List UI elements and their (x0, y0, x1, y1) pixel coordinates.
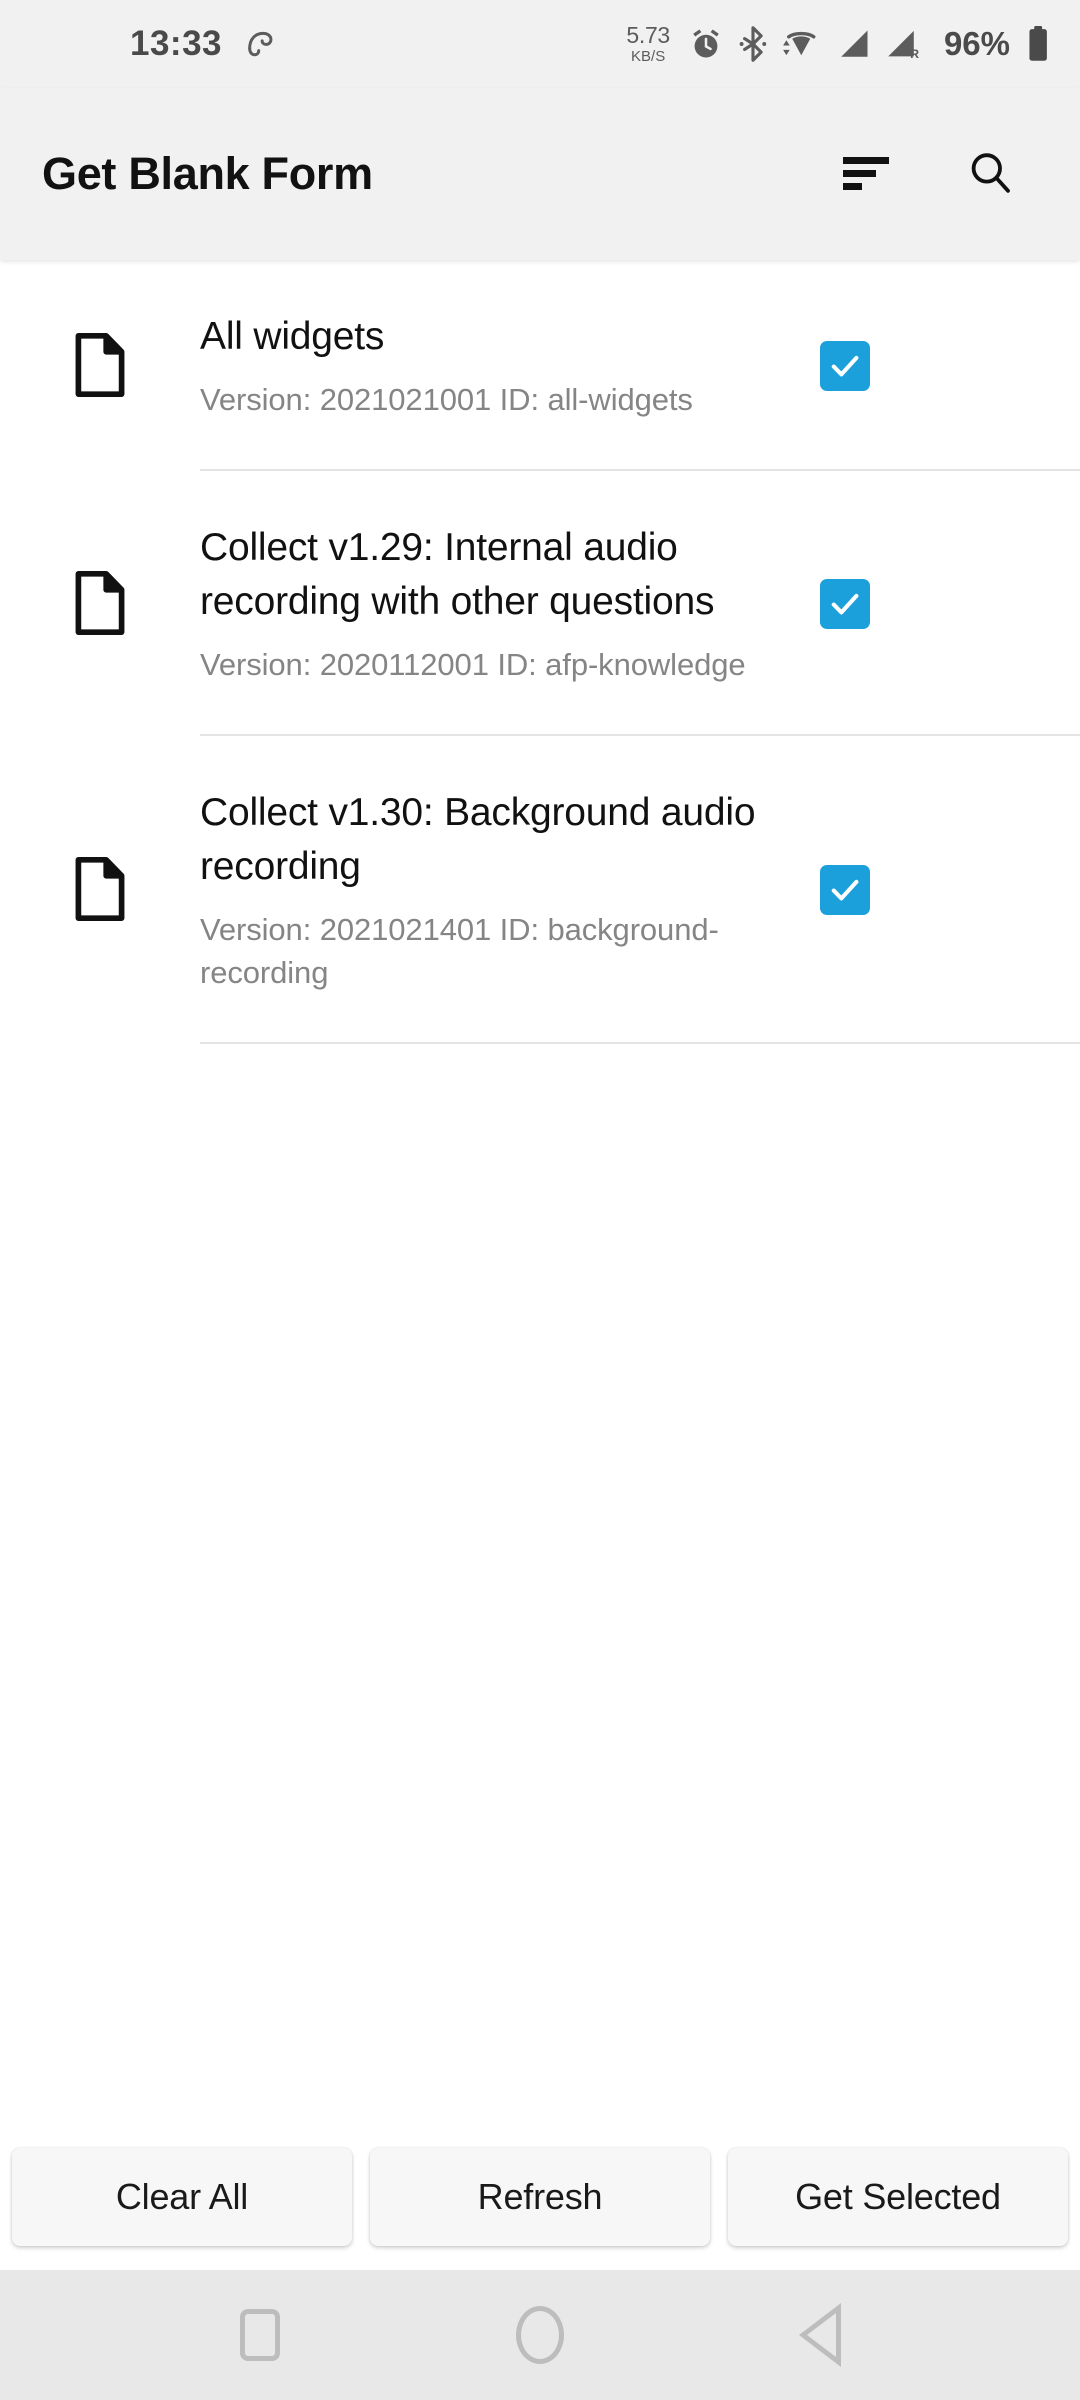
phone-screen: 13:33 5.73 KB/S R 96% Get Blank Form All… (0, 0, 1080, 2400)
form-checkbox[interactable] (820, 578, 870, 629)
sort-button[interactable] (830, 138, 902, 210)
form-title: All widgets (200, 315, 385, 358)
form-checkbox[interactable] (820, 865, 870, 915)
sort-icon (843, 155, 889, 193)
wifi-icon (782, 26, 822, 62)
list-item[interactable]: Collect v1.29: Internal audio recording … (0, 471, 1080, 734)
antivirus-umbrella-icon (244, 27, 278, 61)
status-bar-right: 5.73 KB/S R 96% (626, 24, 1050, 64)
app-bar: Get Blank Form (0, 88, 1080, 260)
form-list[interactable]: All widgets Version: 2021021001 ID: all-… (0, 260, 1080, 2132)
signal-icon (836, 26, 872, 62)
list-item-text: All widgets Version: 2021021001 ID: all-… (200, 310, 820, 421)
recents-square-icon (240, 2309, 280, 2361)
home-button[interactable] (495, 2290, 585, 2380)
status-clock: 13:33 (130, 24, 223, 63)
network-speed-value: 5.73 (626, 22, 670, 48)
app-bar-actions (830, 138, 1038, 210)
list-item-body: All widgets Version: 2021021001 ID: all-… (200, 260, 1080, 469)
form-meta: Version: 2020112001 ID: afp-knowledge (200, 647, 746, 682)
list-item-text: Collect v1.29: Internal audio recording … (200, 521, 820, 686)
android-navigation-bar (0, 2270, 1080, 2400)
document-icon-container (0, 332, 200, 398)
document-icon-container (0, 856, 200, 922)
clear-all-button[interactable]: Clear All (12, 2148, 352, 2246)
svg-text:R: R (910, 47, 919, 61)
search-icon (966, 148, 1014, 201)
battery-percent-label: 96% (943, 25, 1010, 62)
list-item-body: Collect v1.29: Internal audio recording … (200, 471, 1080, 734)
bottom-button-bar: Clear All Refresh Get Selected (0, 2132, 1080, 2270)
list-divider (200, 1042, 1080, 1044)
alarm-icon (688, 26, 724, 62)
document-icon (73, 332, 127, 398)
form-meta: Version: 2021021001 ID: all-widgets (200, 382, 693, 417)
back-button[interactable] (775, 2290, 865, 2380)
form-title: Collect v1.30: Background audio recordin… (200, 791, 756, 888)
list-item-text: Collect v1.30: Background audio recordin… (200, 786, 820, 994)
checkbox-container (820, 578, 1010, 629)
status-bar-left: 13:33 (130, 24, 278, 64)
get-selected-button[interactable]: Get Selected (728, 2148, 1068, 2246)
network-speed-indicator: 5.73 KB/S (626, 22, 670, 65)
checkbox-container (820, 865, 1010, 915)
refresh-button[interactable]: Refresh (370, 2148, 710, 2246)
status-bar: 13:33 5.73 KB/S R 96% (0, 0, 1080, 88)
form-meta: Version: 2021021401 ID: background-recor… (200, 912, 719, 990)
search-button[interactable] (954, 138, 1026, 210)
signal-roaming-icon: R (886, 26, 924, 62)
recents-button[interactable] (215, 2290, 305, 2380)
checkbox-container (820, 340, 1010, 391)
list-item[interactable]: Collect v1.30: Background audio recordin… (0, 736, 1080, 1042)
page-title: Get Blank Form (42, 148, 373, 199)
document-icon (73, 570, 127, 636)
form-checkbox[interactable] (820, 340, 870, 391)
home-circle-icon (516, 2306, 564, 2364)
document-icon (73, 856, 127, 922)
back-triangle-icon (799, 2303, 841, 2367)
list-item-body: Collect v1.30: Background audio recordin… (200, 736, 1080, 1042)
list-item[interactable]: All widgets Version: 2021021001 ID: all-… (0, 260, 1080, 469)
form-title: Collect v1.29: Internal audio recording … (200, 526, 715, 623)
bluetooth-icon (738, 26, 768, 62)
network-speed-unit: KB/S (631, 48, 666, 65)
battery-full-icon (1026, 25, 1050, 63)
document-icon-container (0, 570, 200, 636)
